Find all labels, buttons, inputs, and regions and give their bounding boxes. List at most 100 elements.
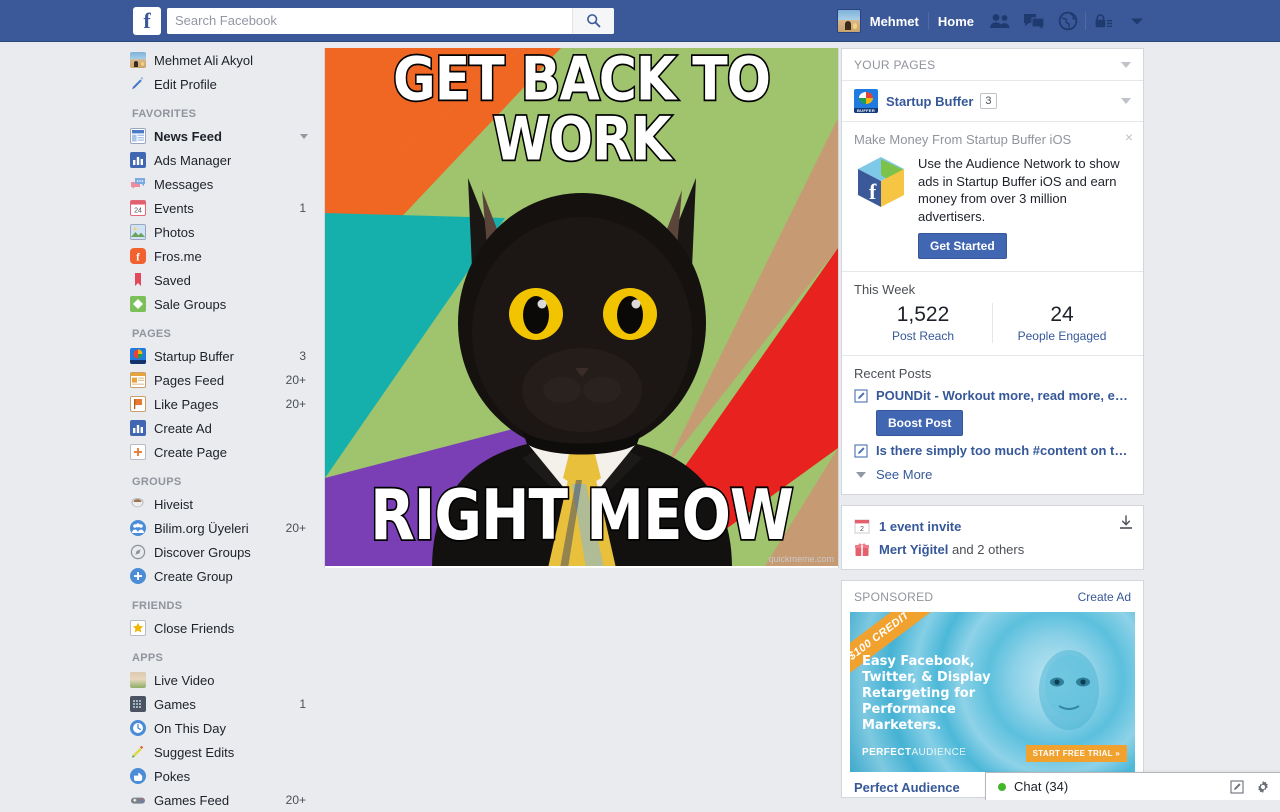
top-nav-right-group: Mehmet Home bbox=[837, 0, 1280, 42]
sidebar-item-label: Events bbox=[154, 201, 194, 216]
top-navigation-bar: f Mehmet Home bbox=[0, 0, 1280, 42]
stat-people-engaged[interactable]: 24 People Engaged bbox=[992, 303, 1131, 343]
sidebar-item-events[interactable]: 24 Events 1 bbox=[126, 196, 316, 220]
news-feed-chevron-down-icon[interactable] bbox=[300, 134, 308, 139]
sidebar-item-startup-buffer[interactable]: Startup Buffer 3 bbox=[126, 344, 316, 368]
sidebar-item-games[interactable]: Games 1 bbox=[126, 692, 316, 716]
chat-compose-button[interactable] bbox=[1230, 780, 1244, 794]
sidebar-item-ads-manager[interactable]: Ads Manager bbox=[126, 148, 316, 172]
sponsored-ad-image[interactable]: $100 CREDIT Easy Facebook, Twitter, & Di… bbox=[850, 612, 1135, 772]
notifications-button[interactable] bbox=[1051, 7, 1085, 35]
sidebar-item-label: News Feed bbox=[154, 129, 222, 144]
sidebar-item-frosme[interactable]: f Fros.me bbox=[126, 244, 316, 268]
download-icon[interactable] bbox=[1119, 515, 1133, 533]
boost-post-button[interactable]: Boost Post bbox=[876, 410, 963, 436]
recent-post-title[interactable]: Is there simply too much #content on the… bbox=[876, 443, 1131, 458]
search-icon bbox=[586, 13, 601, 28]
sidebar-item-messages[interactable]: Messages bbox=[126, 172, 316, 196]
sidebar-item-news-feed[interactable]: News Feed bbox=[126, 124, 316, 148]
sidebar-item-label: Create Ad bbox=[154, 421, 212, 436]
sidebar-item-label: Pages Feed bbox=[154, 373, 224, 388]
your-pages-page-row[interactable]: Startup Buffer 3 bbox=[842, 81, 1143, 122]
svg-text:24: 24 bbox=[134, 208, 142, 215]
sidebar-section-friends-title: FRIENDS bbox=[126, 588, 316, 616]
create-ad-icon bbox=[130, 420, 146, 436]
event-invite-row[interactable]: 2 1 event invite bbox=[854, 518, 1131, 534]
sidebar-item-saved[interactable]: Saved bbox=[126, 268, 316, 292]
sidebar-item-games-feed[interactable]: Games Feed 20+ bbox=[126, 788, 316, 812]
sidebar-item-pokes[interactable]: Pokes bbox=[126, 764, 316, 788]
svg-text:f: f bbox=[869, 179, 877, 204]
sidebar-item-profile[interactable]: Mehmet Ali Akyol bbox=[126, 48, 316, 72]
privacy-shortcuts-button[interactable] bbox=[1086, 7, 1120, 35]
nav-home-link[interactable]: Home bbox=[929, 14, 983, 29]
sidebar-item-live-video[interactable]: Live Video bbox=[126, 668, 316, 692]
sidebar-item-sale-groups[interactable]: Sale Groups bbox=[126, 292, 316, 316]
search-input[interactable] bbox=[167, 8, 572, 34]
sidebar-item-edit-profile[interactable]: Edit Profile bbox=[126, 72, 316, 96]
search-bar[interactable] bbox=[167, 8, 614, 34]
birthday-others: and 2 others bbox=[948, 542, 1024, 557]
sidebar-item-create-page[interactable]: Create Page bbox=[126, 440, 316, 464]
birthday-person-name[interactable]: Mert Yiğitel bbox=[879, 542, 948, 557]
create-ad-link[interactable]: Create Ad bbox=[1078, 590, 1131, 604]
sidebar-item-like-pages[interactable]: Like Pages 20+ bbox=[126, 392, 316, 416]
chat-label[interactable]: Chat (34) bbox=[1014, 779, 1218, 794]
page-row-chevron-down-icon[interactable] bbox=[1121, 98, 1131, 104]
ad-cta-button[interactable]: START FREE TRIAL » bbox=[1026, 745, 1127, 762]
pages-feed-icon bbox=[130, 372, 146, 388]
sidebar-item-count: 3 bbox=[299, 349, 306, 363]
birthday-row[interactable]: Mert Yiğitel and 2 others bbox=[854, 541, 1131, 557]
stat-label[interactable]: Post Reach bbox=[854, 329, 992, 343]
chat-settings-button[interactable] bbox=[1256, 780, 1270, 794]
meme-image[interactable]: GET BACK TO WORK RIGHT MEOW quickmeme.co… bbox=[325, 48, 838, 566]
sidebar-item-label: Like Pages bbox=[154, 397, 218, 412]
poke-hand-icon bbox=[130, 768, 146, 784]
live-video-icon bbox=[130, 672, 146, 688]
messages-button[interactable] bbox=[1017, 7, 1051, 35]
birthday-label[interactable]: Mert Yiğitel and 2 others bbox=[879, 542, 1024, 557]
news-feed-icon bbox=[130, 128, 146, 144]
recent-post-row[interactable]: POUNDit - Workout more, read more, explo… bbox=[842, 385, 1143, 406]
post-compose-icon bbox=[854, 444, 868, 458]
sidebar-item-hiveist[interactable]: Hiveist bbox=[126, 492, 316, 516]
ads-manager-icon bbox=[130, 152, 146, 168]
stat-label[interactable]: People Engaged bbox=[993, 329, 1131, 343]
friend-requests-button[interactable] bbox=[983, 7, 1017, 35]
promo-close-icon[interactable]: × bbox=[1125, 130, 1133, 144]
audience-network-cube-icon: f bbox=[854, 155, 908, 209]
facebook-logo[interactable]: f bbox=[133, 7, 161, 35]
event-invite-label[interactable]: 1 event invite bbox=[879, 519, 961, 534]
games-icon bbox=[130, 696, 146, 712]
sidebar-item-label: Sale Groups bbox=[154, 297, 226, 312]
sidebar-item-label: On This Day bbox=[154, 721, 226, 736]
meme-bottom-text: RIGHT MEOW bbox=[325, 480, 838, 550]
sidebar-item-pages-feed[interactable]: Pages Feed 20+ bbox=[126, 368, 316, 392]
recent-post-title[interactable]: POUNDit - Workout more, read more, explo… bbox=[876, 388, 1131, 403]
right-sidebar: YOUR PAGES Startup Buffer 3 Make Money F… bbox=[841, 48, 1144, 798]
sidebar-item-discover-groups[interactable]: Discover Groups bbox=[126, 540, 316, 564]
chat-bar[interactable]: Chat (34) bbox=[985, 772, 1280, 800]
sidebar-item-close-friends[interactable]: Close Friends bbox=[126, 616, 316, 640]
this-week-stats: 1,522 Post Reach 24 People Engaged bbox=[842, 301, 1143, 356]
your-pages-header[interactable]: YOUR PAGES bbox=[842, 49, 1143, 81]
search-button[interactable] bbox=[572, 8, 614, 34]
your-pages-card: YOUR PAGES Startup Buffer 3 Make Money F… bbox=[841, 48, 1144, 495]
sidebar-item-photos[interactable]: Photos bbox=[126, 220, 316, 244]
recent-post-row[interactable]: Is there simply too much #content on the… bbox=[842, 440, 1143, 461]
see-more-button[interactable]: See More bbox=[842, 461, 1143, 494]
account-menu-button[interactable] bbox=[1120, 7, 1154, 35]
compass-icon bbox=[130, 544, 146, 560]
sidebar-item-bilim-org[interactable]: Bilim.org Üyeleri 20+ bbox=[126, 516, 316, 540]
nav-profile-link[interactable]: Mehmet bbox=[861, 14, 928, 29]
page-name[interactable]: Startup Buffer bbox=[886, 94, 973, 109]
nav-avatar[interactable] bbox=[837, 9, 861, 33]
sidebar-item-create-group[interactable]: Create Group bbox=[126, 564, 316, 588]
sidebar-item-create-ad[interactable]: Create Ad bbox=[126, 416, 316, 440]
sidebar-item-on-this-day[interactable]: On This Day bbox=[126, 716, 316, 740]
your-pages-chevron-down-icon[interactable] bbox=[1121, 62, 1131, 68]
sidebar-section-pages-title: PAGES bbox=[126, 316, 316, 344]
get-started-button[interactable]: Get Started bbox=[918, 233, 1007, 259]
stat-post-reach[interactable]: 1,522 Post Reach bbox=[854, 303, 992, 343]
sidebar-item-suggest-edits[interactable]: Suggest Edits bbox=[126, 740, 316, 764]
